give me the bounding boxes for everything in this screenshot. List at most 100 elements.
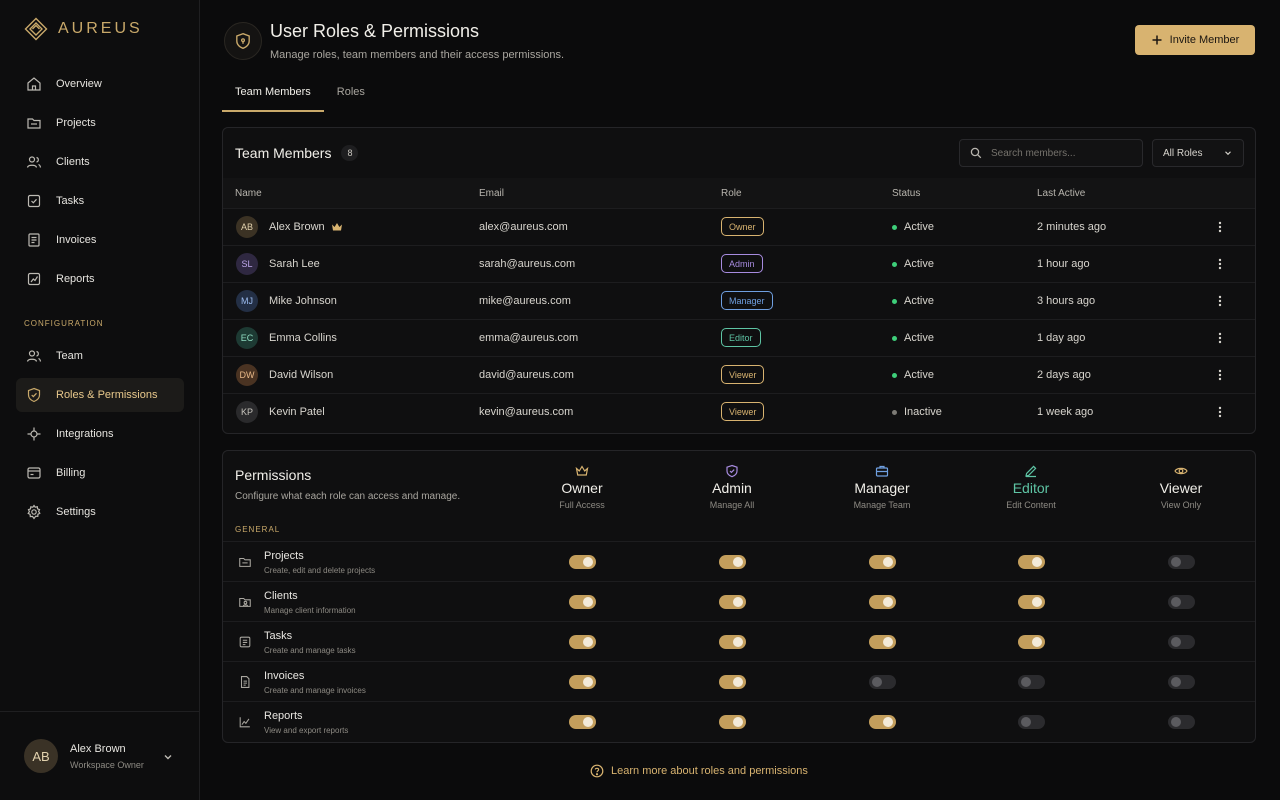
column-header-role[interactable]: Role bbox=[721, 188, 742, 199]
sidebar-item-label: Integrations bbox=[56, 428, 114, 440]
permission-toggle-viewer[interactable] bbox=[1168, 555, 1195, 569]
more-options-icon[interactable] bbox=[1218, 320, 1222, 356]
table-row[interactable]: EC Emma Collins emma@aureus.com Editor A… bbox=[223, 319, 1255, 356]
shield-icon bbox=[725, 464, 739, 478]
permission-toggle-manager[interactable] bbox=[869, 555, 896, 569]
permission-toggle-manager[interactable] bbox=[869, 595, 896, 609]
sidebar-item-invoices[interactable]: Invoices bbox=[16, 223, 184, 257]
tab-team-members[interactable]: Team Members bbox=[222, 86, 324, 112]
role-filter-value: All Roles bbox=[1163, 147, 1203, 159]
permission-toggle-admin[interactable] bbox=[719, 635, 746, 649]
permission-toggle-viewer[interactable] bbox=[1168, 635, 1195, 649]
member-name: Kevin Patel bbox=[269, 406, 325, 418]
sidebar-item-team[interactable]: Team bbox=[16, 339, 184, 373]
permission-toggle-admin[interactable] bbox=[719, 595, 746, 609]
permission-toggle-owner[interactable] bbox=[569, 555, 596, 569]
more-options-icon[interactable] bbox=[1218, 209, 1222, 245]
permission-toggle-editor[interactable] bbox=[1018, 555, 1045, 569]
role-badge[interactable]: Viewer bbox=[721, 365, 765, 384]
crown-icon bbox=[575, 464, 589, 478]
permission-description: Create and manage tasks bbox=[264, 646, 356, 655]
avatar: MJ bbox=[236, 290, 258, 312]
home-icon bbox=[26, 76, 42, 92]
avatar: KP bbox=[236, 401, 258, 423]
member-name-cell: Emma Collins bbox=[269, 320, 337, 356]
user-menu[interactable]: AB Alex Brown Workspace Owner bbox=[0, 711, 199, 800]
status-text: Active bbox=[904, 369, 934, 381]
role-description: View Only bbox=[1160, 500, 1202, 510]
role-badge[interactable]: Admin bbox=[721, 254, 763, 273]
status-cell: Active bbox=[892, 209, 934, 245]
permission-toggle-viewer[interactable] bbox=[1168, 595, 1195, 609]
more-options-icon[interactable] bbox=[1218, 246, 1222, 282]
role-badge[interactable]: Viewer bbox=[721, 402, 765, 421]
last-active: 3 hours ago bbox=[1037, 295, 1096, 307]
sidebar-item-settings[interactable]: Settings bbox=[16, 495, 184, 529]
permission-toggle-editor[interactable] bbox=[1018, 595, 1045, 609]
permission-row-invoices: Invoices Create and manage invoices bbox=[223, 661, 1255, 701]
permission-toggle-owner[interactable] bbox=[569, 595, 596, 609]
invite-member-button[interactable]: Invite Member bbox=[1135, 25, 1255, 55]
permission-toggle-viewer[interactable] bbox=[1168, 675, 1195, 689]
column-header-status[interactable]: Status bbox=[892, 188, 920, 199]
users-icon bbox=[26, 154, 42, 170]
team-members-card: Team Members 8 All Roles Name Email Role… bbox=[222, 127, 1256, 434]
table-body: AB Alex Brown alex@aureus.com Owner Acti… bbox=[223, 208, 1255, 430]
sidebar-item-overview[interactable]: Overview bbox=[16, 67, 184, 101]
column-header-name[interactable]: Name bbox=[235, 188, 262, 199]
sidebar-item-roles-permissions[interactable]: Roles & Permissions bbox=[16, 378, 184, 412]
permission-toggle-admin[interactable] bbox=[719, 715, 746, 729]
table-row[interactable]: KP Kevin Patel kevin@aureus.com Viewer I… bbox=[223, 393, 1255, 430]
sidebar-item-tasks[interactable]: Tasks bbox=[16, 184, 184, 218]
permission-toggle-manager[interactable] bbox=[869, 635, 896, 649]
chevron-down-icon[interactable] bbox=[162, 751, 174, 763]
section-label: CONFIGURATION bbox=[24, 319, 104, 328]
search-box[interactable] bbox=[959, 139, 1143, 167]
member-name-cell: David Wilson bbox=[269, 357, 333, 393]
permission-toggle-admin[interactable] bbox=[719, 555, 746, 569]
sidebar-item-clients[interactable]: Clients bbox=[16, 145, 184, 179]
sidebar-item-integrations[interactable]: Integrations bbox=[16, 417, 184, 451]
table-row[interactable]: SL Sarah Lee sarah@aureus.com Admin Acti… bbox=[223, 245, 1255, 282]
permission-toggle-editor[interactable] bbox=[1018, 715, 1045, 729]
learn-more-link[interactable]: Learn more about roles and permissions bbox=[590, 764, 808, 778]
avatar: EC bbox=[236, 327, 258, 349]
permission-toggle-editor[interactable] bbox=[1018, 635, 1045, 649]
member-email: alex@aureus.com bbox=[479, 221, 568, 233]
table-row[interactable]: AB Alex Brown alex@aureus.com Owner Acti… bbox=[223, 208, 1255, 245]
more-options-icon[interactable] bbox=[1218, 394, 1222, 430]
column-header-email[interactable]: Email bbox=[479, 188, 504, 199]
permission-toggle-admin[interactable] bbox=[719, 675, 746, 689]
tab-roles[interactable]: Roles bbox=[324, 86, 378, 112]
column-header-last-active[interactable]: Last Active bbox=[1037, 188, 1085, 199]
table-row[interactable]: DW David Wilson david@aureus.com Viewer … bbox=[223, 356, 1255, 393]
search-input[interactable] bbox=[991, 147, 1131, 159]
sidebar-item-label: Invoices bbox=[56, 234, 97, 246]
role-badge[interactable]: Editor bbox=[721, 328, 761, 347]
sidebar-item-reports[interactable]: Reports bbox=[16, 262, 184, 296]
permission-toggle-owner[interactable] bbox=[569, 675, 596, 689]
sidebar-item-projects[interactable]: Projects bbox=[16, 106, 184, 140]
permission-toggle-editor[interactable] bbox=[1018, 675, 1045, 689]
table-row[interactable]: MJ Mike Johnson mike@aureus.com Manager … bbox=[223, 282, 1255, 319]
more-options-icon[interactable] bbox=[1218, 357, 1222, 393]
permission-toggle-manager[interactable] bbox=[869, 675, 896, 689]
member-name: Sarah Lee bbox=[269, 258, 320, 270]
role-column-editor: Editor Edit Content bbox=[976, 464, 1086, 510]
status-dot bbox=[892, 261, 897, 267]
user-name: Alex Brown bbox=[70, 742, 126, 755]
brand[interactable]: AUREUS bbox=[24, 17, 143, 41]
permission-toggle-owner[interactable] bbox=[569, 635, 596, 649]
permission-toggle-viewer[interactable] bbox=[1168, 715, 1195, 729]
search-icon bbox=[970, 147, 982, 159]
more-options-icon[interactable] bbox=[1218, 283, 1222, 319]
role-filter-select[interactable]: All Roles bbox=[1152, 139, 1244, 167]
status-dot bbox=[892, 335, 897, 341]
sidebar-item-label: Tasks bbox=[56, 195, 85, 207]
sidebar-item-billing[interactable]: Billing bbox=[16, 456, 184, 490]
permission-toggle-owner[interactable] bbox=[569, 715, 596, 729]
role-badge[interactable]: Manager bbox=[721, 291, 773, 310]
role-badge[interactable]: Owner bbox=[721, 217, 764, 236]
card-title: Team Members 8 bbox=[235, 145, 359, 161]
permission-toggle-manager[interactable] bbox=[869, 715, 896, 729]
